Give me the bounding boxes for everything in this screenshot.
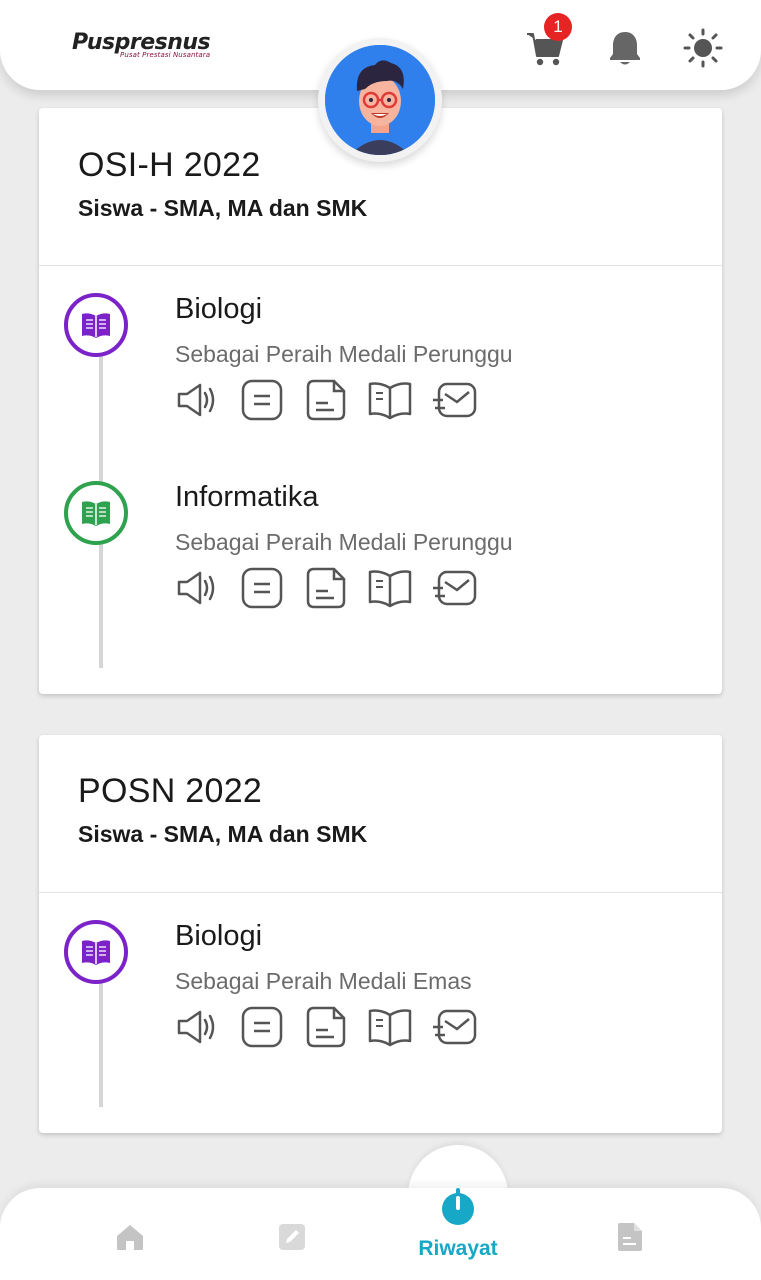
avatar[interactable] (318, 38, 442, 162)
bottom-nav: Riwayat (0, 1187, 761, 1280)
edit-icon (278, 1223, 306, 1256)
sun-icon[interactable] (683, 26, 723, 70)
competition-card: OSI-H 2022 Siswa - SMA, MA dan SMK Biolo… (39, 108, 722, 694)
home-icon (115, 1222, 145, 1257)
card-subtitle: Siswa - SMA, MA dan SMK (78, 195, 368, 221)
nav-riwayat-label: Riwayat (418, 1236, 498, 1260)
book-icon[interactable] (367, 565, 413, 611)
subject-award: Sebagai Peraih Medali Perunggu (175, 341, 513, 367)
file-icon (617, 1222, 643, 1257)
cart-badge: 1 (544, 13, 572, 41)
speaker-icon[interactable] (175, 1004, 221, 1050)
document-icon[interactable] (303, 377, 349, 423)
mail-icon[interactable] (431, 377, 477, 423)
speaker-icon[interactable] (175, 377, 221, 423)
logo-subtext: Pusat Prestasi Nusantara (120, 51, 211, 59)
subject-award: Sebagai Peraih Medali Perunggu (175, 529, 513, 555)
subject-name: Biologi (175, 293, 263, 325)
subject-award: Sebagai Peraih Medali Emas (175, 968, 472, 994)
avatar-image (325, 45, 435, 155)
bell-icon[interactable] (605, 26, 645, 70)
app-logo[interactable]: Puspresnus Pusat Prestasi Nusantara (72, 30, 211, 59)
list-icon[interactable] (239, 1004, 285, 1050)
list-item: Biologi Sebagai Peraih Medali Emas (39, 920, 722, 1070)
document-icon[interactable] (303, 565, 349, 611)
nav-riwayat[interactable]: Riwayat (400, 1174, 516, 1274)
document-icon[interactable] (303, 1004, 349, 1050)
action-row (175, 565, 495, 611)
action-row (175, 377, 495, 423)
nav-document[interactable] (600, 1214, 660, 1264)
nav-home[interactable] (100, 1214, 160, 1264)
history-icon (440, 1187, 476, 1231)
speaker-icon[interactable] (175, 565, 221, 611)
nav-edit[interactable] (262, 1214, 322, 1264)
card-header: POSN 2022 Siswa - SMA, MA dan SMK (39, 735, 722, 893)
subject-book-icon (64, 920, 128, 984)
subject-name: Informatika (175, 481, 319, 513)
card-title: POSN 2022 (78, 772, 263, 810)
action-row (175, 1004, 495, 1050)
subject-book-icon (64, 293, 128, 357)
list-icon[interactable] (239, 377, 285, 423)
subject-book-icon (64, 481, 128, 545)
competition-card: POSN 2022 Siswa - SMA, MA dan SMK Biolog… (39, 735, 722, 1133)
book-icon[interactable] (367, 1004, 413, 1050)
list-item: Informatika Sebagai Peraih Medali Perung… (39, 481, 722, 631)
mail-icon[interactable] (431, 1004, 477, 1050)
list-icon[interactable] (239, 565, 285, 611)
mail-icon[interactable] (431, 565, 477, 611)
subject-name: Biologi (175, 920, 263, 952)
card-subtitle: Siswa - SMA, MA dan SMK (78, 821, 368, 847)
list-item: Biologi Sebagai Peraih Medali Perunggu (39, 293, 722, 443)
book-icon[interactable] (367, 377, 413, 423)
